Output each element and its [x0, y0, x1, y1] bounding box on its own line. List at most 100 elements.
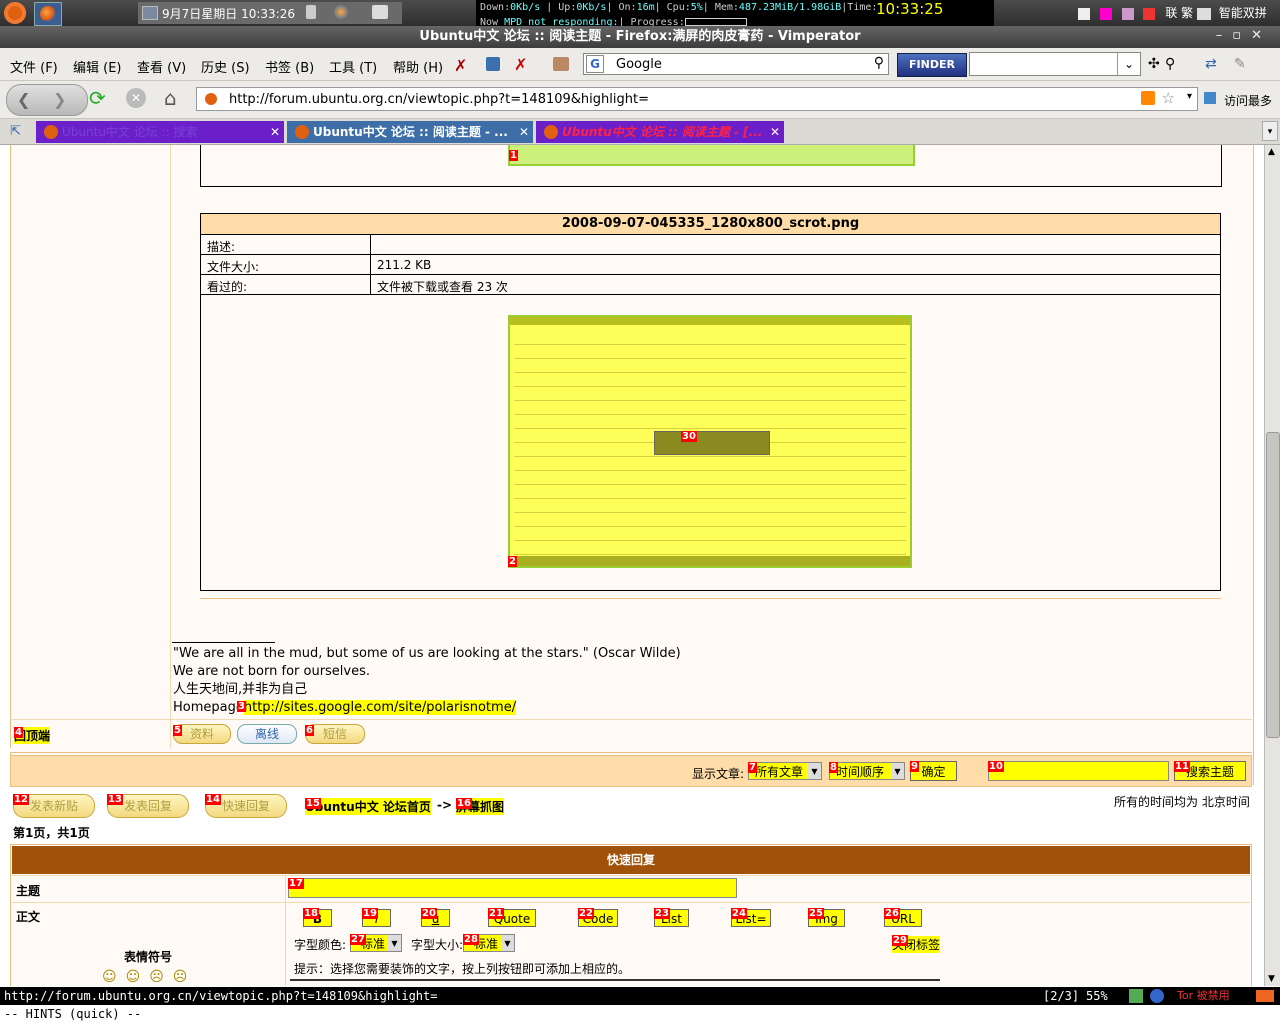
hint-17[interactable]: 17 [288, 878, 304, 889]
menu-bookmarks[interactable]: 书签 (B) [265, 57, 314, 76]
back-icon[interactable]: ❮ [17, 90, 30, 109]
reload-icon[interactable]: ⟳ [89, 86, 106, 110]
filter-select[interactable]: 所有文章 ▼ [748, 762, 822, 780]
scroll-down-icon[interactable]: ▼ [1268, 974, 1275, 984]
hint-2[interactable]: 2 [508, 556, 517, 567]
hint-14[interactable]: 14 [205, 794, 221, 805]
menu-file[interactable]: 文件 (F) [10, 57, 58, 76]
order-select[interactable]: 时间顺序 ▼ [829, 762, 905, 780]
pm-button[interactable]: 短信 [305, 724, 365, 744]
pin-icon[interactable]: ✣ [1148, 56, 1160, 72]
hint-24[interactable]: 24 [731, 908, 747, 919]
hint-13[interactable]: 13 [107, 794, 123, 805]
emoticon-row[interactable]: ☺☺☹☹ [102, 969, 196, 985]
menu-tools[interactable]: 工具 (T) [329, 57, 377, 76]
star-icon[interactable]: ☆ [1162, 89, 1175, 107]
hint-22[interactable]: 22 [578, 908, 594, 919]
bookmark-toolbar-icon[interactable] [486, 57, 500, 71]
hint-12[interactable]: 12 [13, 794, 29, 805]
hint-4[interactable]: 4 [14, 727, 23, 738]
hint-18[interactable]: 18 [303, 908, 319, 919]
hint-5[interactable]: 5 [173, 725, 182, 736]
forum-index-link[interactable]: Ubuntu中文 论坛首页 [305, 798, 431, 815]
lock-icon[interactable] [1143, 7, 1156, 20]
menu-view[interactable]: 查看 (V) [137, 57, 186, 76]
extension-icon[interactable] [553, 57, 569, 71]
finder-input[interactable]: ⌄ [969, 52, 1141, 76]
home-icon[interactable]: ⌂ [164, 86, 177, 110]
url-dropdown-icon[interactable]: ▾ [1187, 91, 1192, 102]
menu-history[interactable]: 历史 (S) [201, 57, 250, 76]
hint-8[interactable]: 8 [829, 762, 838, 773]
adblock-icon[interactable]: ✗ [514, 55, 527, 74]
url-bar[interactable]: http://forum.ubuntu.org.cn/viewtopic.php… [196, 87, 1198, 111]
firefox-tray-icon[interactable] [334, 5, 348, 19]
offline-button[interactable]: 离线 [237, 724, 297, 744]
tab-viewtopic-2[interactable]: Ubuntu中文 论坛 :: 阅读主题 - [... ✕ [536, 121, 784, 143]
hint-27[interactable]: 27 [350, 934, 366, 945]
message-textarea[interactable] [290, 979, 940, 986]
screenshot-thumbnail[interactable] [508, 315, 912, 568]
homepage-link[interactable]: http://sites.google.com/site/polarisnotm… [243, 700, 517, 715]
finder-button[interactable]: FINDER [897, 53, 967, 77]
hint-25[interactable]: 25 [808, 908, 824, 919]
hint-29[interactable]: 29 [892, 935, 908, 946]
keyboard-icon[interactable] [1196, 7, 1211, 20]
hint-6[interactable]: 6 [305, 725, 314, 736]
menu-edit[interactable]: 编辑 (E) [73, 57, 122, 76]
hint-10[interactable]: 10 [988, 761, 1004, 772]
hint-23[interactable]: 23 [654, 908, 670, 919]
notification-icon[interactable] [1078, 7, 1090, 20]
tab-close-icon[interactable]: ✕ [770, 121, 780, 143]
firefox-task-button[interactable] [34, 2, 62, 26]
chevron-down-icon[interactable]: ⌄ [1117, 53, 1140, 75]
minimize-icon[interactable]: – [1216, 28, 1233, 43]
extension-status-icon[interactable] [1129, 989, 1143, 1003]
hint-11[interactable]: 11 [1174, 761, 1190, 772]
ubuntu-menu-icon[interactable] [4, 2, 26, 24]
hint-19[interactable]: 19 [362, 908, 378, 919]
hint-9[interactable]: 9 [910, 761, 919, 772]
hint-15[interactable]: 15 [305, 798, 321, 809]
tab-close-icon[interactable]: ✕ [519, 121, 529, 143]
tab-viewtopic-active[interactable]: Ubuntu中文 论坛 :: 阅读主题 - ... ✕ [287, 121, 533, 143]
subject-input[interactable] [288, 878, 737, 898]
tab-close-icon[interactable]: ✕ [270, 121, 280, 143]
search-topic-input[interactable] [988, 761, 1169, 781]
hint-7[interactable]: 7 [748, 762, 757, 773]
hint-20[interactable]: 20 [421, 908, 437, 919]
volume-icon[interactable] [306, 5, 316, 19]
forward-icon[interactable]: ❯ [53, 90, 66, 109]
hint-30[interactable]: 30 [681, 431, 697, 442]
input-method-label[interactable]: 智能双拼 [1219, 6, 1267, 20]
skype-icon[interactable] [1150, 989, 1164, 1003]
search-icon[interactable]: ⚲ [874, 55, 884, 71]
hint-21[interactable]: 21 [488, 908, 504, 919]
hint-1[interactable]: 1 [509, 150, 518, 161]
menu-help[interactable]: 帮助 (H) [393, 57, 443, 76]
tab-list-icon[interactable]: ⇱ [10, 124, 21, 139]
translate-icon[interactable]: ⇄ [1205, 56, 1217, 72]
hint-16[interactable]: 16 [456, 798, 472, 809]
rss-icon[interactable] [1141, 91, 1155, 105]
hint-3[interactable]: 3 [237, 701, 246, 712]
vimperator-commandline[interactable]: -- HINTS (quick) -- [0, 1005, 1280, 1024]
stop-icon[interactable]: ✕ [126, 88, 146, 108]
close-icon[interactable]: ✕ [1251, 28, 1272, 43]
magnifier-icon[interactable]: ⚲ [1165, 56, 1175, 72]
maximize-icon[interactable]: ▫ [1232, 28, 1251, 43]
status-flag-icon[interactable] [1256, 990, 1274, 1002]
hint-26[interactable]: 26 [884, 908, 900, 919]
pen-icon[interactable]: ✎ [1234, 56, 1246, 72]
most-visited-link[interactable]: 访问最多 [1224, 92, 1272, 109]
tab-search[interactable]: Ubuntu中文 论坛 :: 搜索 ✕ [36, 121, 284, 143]
scrollbar-thumb[interactable] [1266, 432, 1280, 738]
show-desktop-icon[interactable] [372, 5, 388, 19]
moon-icon[interactable] [1121, 7, 1134, 20]
scroll-up-icon[interactable]: ▲ [1268, 147, 1275, 157]
hint-28[interactable]: 28 [463, 934, 479, 945]
google-icon[interactable]: G [586, 55, 604, 73]
prev-screenshot-thumbnail[interactable] [508, 145, 915, 166]
tor-status[interactable]: Tor 被禁用 [1177, 987, 1230, 1005]
noscript-icon[interactable]: ✗ [454, 56, 472, 75]
